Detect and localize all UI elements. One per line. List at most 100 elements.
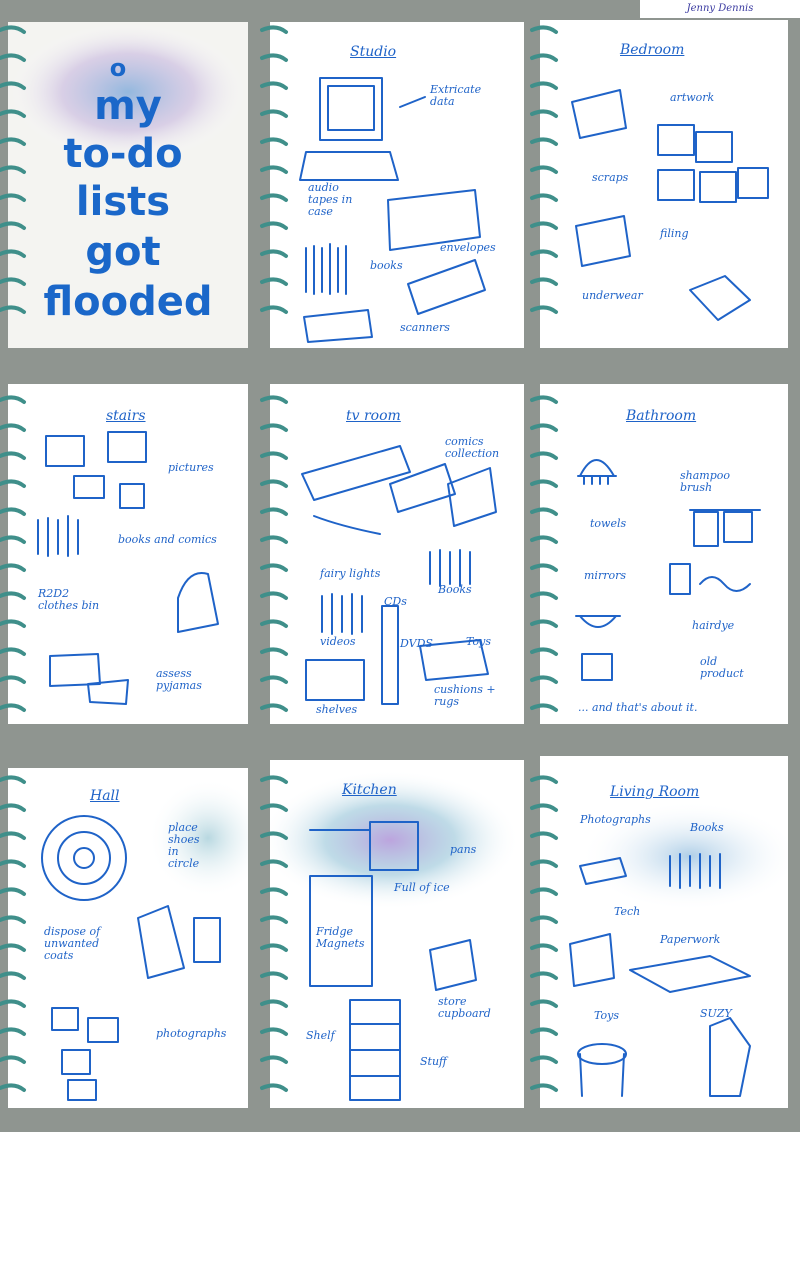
spiral-coil bbox=[0, 479, 26, 488]
spiral-coil bbox=[530, 803, 558, 812]
spiral-coil bbox=[530, 999, 558, 1008]
spiral-coil bbox=[0, 451, 26, 460]
spiral-coil bbox=[530, 591, 558, 600]
spiral-coil bbox=[530, 915, 558, 924]
spiral-coil bbox=[0, 507, 26, 516]
spiral-coil bbox=[530, 1055, 558, 1064]
spiral-coil bbox=[530, 277, 558, 286]
spiral-coil bbox=[530, 193, 558, 202]
spiral-coil bbox=[0, 915, 26, 924]
spiral-coil bbox=[0, 803, 26, 812]
spiral-coil bbox=[260, 943, 288, 952]
spiral-coil bbox=[530, 81, 558, 90]
spiral-coil bbox=[260, 619, 288, 628]
spiral-coil bbox=[530, 109, 558, 118]
spiral-coil bbox=[530, 563, 558, 572]
spiral-coil bbox=[260, 535, 288, 544]
spiral-coil bbox=[260, 305, 288, 314]
spiral-coil bbox=[0, 591, 26, 600]
spiral-coil bbox=[0, 25, 26, 34]
spiral-coil bbox=[0, 1055, 26, 1064]
spiral-coil bbox=[260, 563, 288, 572]
spiral-coil bbox=[530, 305, 558, 314]
spiral-coil bbox=[0, 193, 26, 202]
spiral-coil bbox=[260, 277, 288, 286]
spiral-coil bbox=[530, 647, 558, 656]
spiral-coil bbox=[0, 647, 26, 656]
spiral-coil bbox=[530, 675, 558, 684]
spiral-coil bbox=[0, 887, 26, 896]
spiral-coil bbox=[260, 1055, 288, 1064]
spiral-coil bbox=[530, 451, 558, 460]
spiral-coil bbox=[260, 479, 288, 488]
spiral-coil bbox=[0, 535, 26, 544]
spiral-coil bbox=[260, 249, 288, 258]
spiral-coil bbox=[530, 137, 558, 146]
spiral-coil bbox=[260, 193, 288, 202]
spiral-coil bbox=[0, 165, 26, 174]
spiral-coil bbox=[260, 915, 288, 924]
spiral-coil bbox=[0, 703, 26, 712]
spiral-coil bbox=[260, 423, 288, 432]
spiral-coil bbox=[0, 109, 26, 118]
spiral-coil bbox=[260, 1027, 288, 1036]
spiral-coil bbox=[260, 53, 288, 62]
spiral-coil bbox=[0, 137, 26, 146]
spiral-coil bbox=[0, 1083, 26, 1092]
spiral-coil bbox=[0, 395, 26, 404]
spiral-coil bbox=[0, 277, 26, 286]
spiral-coil bbox=[260, 109, 288, 118]
spiral-coil bbox=[260, 81, 288, 90]
spiral-coil bbox=[0, 563, 26, 572]
spiral-coil bbox=[260, 507, 288, 516]
spiral-coil bbox=[260, 703, 288, 712]
spiral-coil bbox=[530, 887, 558, 896]
spiral-coil bbox=[530, 1027, 558, 1036]
spiral-coil bbox=[260, 999, 288, 1008]
spiral-coil bbox=[0, 675, 26, 684]
spiral-coil bbox=[530, 479, 558, 488]
spiral-coil bbox=[530, 507, 558, 516]
spiral-coil bbox=[530, 703, 558, 712]
spiral-coil bbox=[530, 395, 558, 404]
spiral-coil bbox=[530, 221, 558, 230]
spiral-coil bbox=[0, 971, 26, 980]
spiral-coil bbox=[260, 971, 288, 980]
spiral-coil bbox=[0, 249, 26, 258]
spiral-coil bbox=[260, 859, 288, 868]
spiral-coil bbox=[260, 451, 288, 460]
spiral-coil bbox=[0, 305, 26, 314]
spiral-coil bbox=[260, 803, 288, 812]
spiral-bindings bbox=[0, 25, 558, 1092]
spiral-coil bbox=[530, 1083, 558, 1092]
spiral-coil bbox=[0, 619, 26, 628]
spiral-coil bbox=[0, 423, 26, 432]
spiral-coil bbox=[260, 137, 288, 146]
spiral-coil bbox=[260, 675, 288, 684]
spiral-coil bbox=[530, 619, 558, 628]
spiral-coil bbox=[0, 53, 26, 62]
spiral-coil bbox=[530, 831, 558, 840]
spiral-coil bbox=[530, 53, 558, 62]
spiral-coil bbox=[0, 81, 26, 90]
scanned-sketchbook: Jenny Dennis o my to-do lists got floode… bbox=[0, 0, 800, 1132]
spiral-coil bbox=[0, 1027, 26, 1036]
spiral-coil bbox=[0, 831, 26, 840]
spiral-coil bbox=[260, 775, 288, 784]
spiral-coil bbox=[530, 943, 558, 952]
spiral-coil bbox=[0, 221, 26, 230]
spiral-coil bbox=[0, 775, 26, 784]
spiral-coil bbox=[260, 1083, 288, 1092]
spiral-coil bbox=[260, 395, 288, 404]
spiral-coil bbox=[260, 25, 288, 34]
spiral-coil bbox=[260, 591, 288, 600]
spiral-coil bbox=[530, 775, 558, 784]
spiral-coil bbox=[530, 535, 558, 544]
spiral-coil bbox=[530, 249, 558, 258]
spiral-coil bbox=[530, 859, 558, 868]
spiral-coil bbox=[530, 165, 558, 174]
spiral-coil bbox=[260, 165, 288, 174]
spiral-coil bbox=[530, 971, 558, 980]
spiral-coil bbox=[0, 943, 26, 952]
spiral-coil bbox=[260, 647, 288, 656]
